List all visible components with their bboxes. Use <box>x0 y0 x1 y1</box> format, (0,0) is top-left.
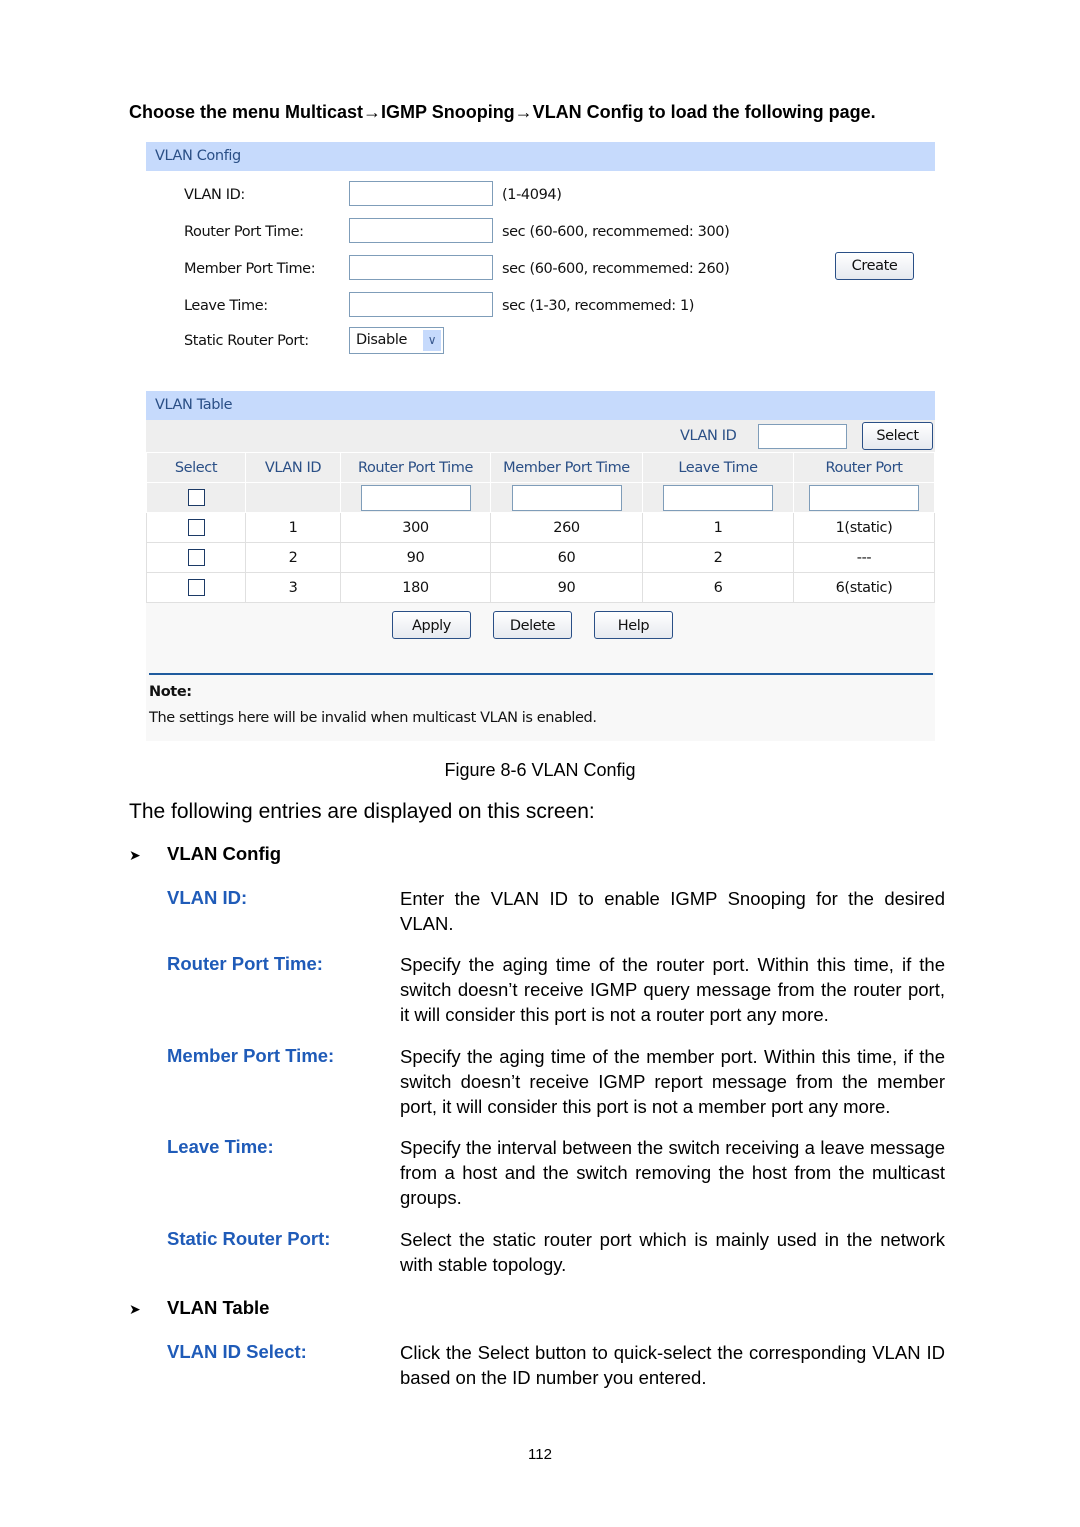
column-header: Leave Time <box>642 452 794 483</box>
leave-time-cell: 6 <box>642 572 794 603</box>
section-title: VLAN Config <box>167 843 282 864</box>
vlan-id-label: VLAN ID: <box>184 187 245 203</box>
vlan-id-cell: 3 <box>245 572 341 603</box>
leave-time-edit-input[interactable] <box>663 484 773 511</box>
description: Select the static router port which is m… <box>400 1229 945 1275</box>
apply-button[interactable]: Apply <box>392 611 471 639</box>
manual-page: Choose the menu Multicast→IGMP Snooping→… <box>0 0 1080 1527</box>
router-port-cell: 6(static) <box>793 572 935 603</box>
vlan-table-panel: VLAN Table VLAN ID Select Select VLAN ID… <box>146 391 935 741</box>
member-port-time-cell: 90 <box>490 572 643 603</box>
leave-time-cell: 1 <box>642 512 794 543</box>
table-row: 2 90 60 2 --- <box>146 542 935 573</box>
select-all-checkbox[interactable] <box>187 489 205 506</box>
section-title: VLAN Table <box>167 1297 270 1318</box>
router-port-time-hint: sec (60-600, recommemed: 300) <box>502 224 730 240</box>
leave-time-cell: 2 <box>642 542 794 573</box>
router-port-cell: --- <box>793 542 935 573</box>
static-router-port-label: Static Router Port: <box>184 333 309 349</box>
description: Specify the aging time of the member por… <box>400 1046 945 1117</box>
member-port-time-edit-input[interactable] <box>511 484 622 511</box>
term: Router Port Time: <box>167 953 323 974</box>
leave-time-label: Leave Time: <box>184 298 268 314</box>
table-row: 1 300 260 1 1(static) <box>146 512 935 543</box>
vlan-search-bar: VLAN ID Select <box>146 420 935 452</box>
static-router-port-value: Disable <box>356 332 407 348</box>
description: Click the Select button to quick-select … <box>400 1342 945 1388</box>
leave-time-input[interactable] <box>349 292 493 317</box>
column-header: Router Port Time <box>340 452 491 483</box>
note-divider <box>149 673 933 675</box>
static-router-port-select[interactable]: Disable ∨ <box>349 327 444 354</box>
member-port-time-hint: sec (60-600, recommemed: 260) <box>502 261 730 277</box>
member-port-time-input[interactable] <box>349 255 493 280</box>
figure-caption: Figure 8-6 VLAN Config <box>444 760 636 780</box>
member-port-time-cell: 60 <box>490 542 643 573</box>
bullet-arrow-icon: ➤ <box>129 1301 141 1317</box>
router-port-time-label: Router Port Time: <box>184 224 304 240</box>
row-checkbox[interactable] <box>187 519 205 536</box>
member-port-time-label: Member Port Time: <box>184 261 316 277</box>
select-button[interactable]: Select <box>862 422 933 450</box>
vlan-id-cell: 2 <box>245 542 341 573</box>
router-port-time-cell: 90 <box>340 542 491 573</box>
row-checkbox[interactable] <box>187 549 205 566</box>
router-port-time-edit-input[interactable] <box>360 484 471 511</box>
intro-instruction: Choose the menu Multicast→IGMP Snooping→… <box>129 102 876 122</box>
bullet-arrow-icon: ➤ <box>129 847 141 863</box>
description: Enter the VLAN ID to enable IGMP Snoopin… <box>400 888 945 934</box>
row-checkbox[interactable] <box>187 579 205 596</box>
column-header: Router Port <box>793 452 935 483</box>
vlan-id-hint: (1-4094) <box>502 187 562 203</box>
vlan-table-header: VLAN Table <box>146 391 935 420</box>
create-button[interactable]: Create <box>835 252 914 280</box>
note-title: Note: <box>149 684 192 700</box>
table-edit-row <box>146 482 935 513</box>
term: Static Router Port: <box>167 1228 331 1249</box>
router-port-time-cell: 300 <box>340 512 491 543</box>
table-header-row: Select VLAN ID Router Port Time Member P… <box>146 452 935 483</box>
leave-time-hint: sec (1-30, recommemed: 1) <box>502 298 695 314</box>
vlan-table: Select VLAN ID Router Port Time Member P… <box>146 452 935 603</box>
router-port-edit-input[interactable] <box>809 484 919 511</box>
page-number: 112 <box>528 1446 552 1463</box>
member-port-time-cell: 260 <box>490 512 643 543</box>
term: Leave Time: <box>167 1136 274 1157</box>
help-button[interactable]: Help <box>594 611 673 639</box>
term: Member Port Time: <box>167 1045 335 1066</box>
delete-button[interactable]: Delete <box>493 611 572 639</box>
lead-text: The following entries are displayed on t… <box>129 800 595 823</box>
chevron-down-icon[interactable]: ∨ <box>423 330 441 351</box>
term: VLAN ID Select: <box>167 1341 307 1362</box>
description: Specify the interval between the switch … <box>400 1137 945 1208</box>
vlan-search-input[interactable] <box>758 424 847 449</box>
table-row: 3 180 90 6 6(static) <box>146 572 935 603</box>
column-header: Member Port Time <box>490 452 643 483</box>
vlan-config-panel: VLAN Config VLAN ID: (1-4094) Router Por… <box>146 142 935 357</box>
router-port-time-cell: 180 <box>340 572 491 603</box>
vlan-search-label: VLAN ID <box>680 428 737 444</box>
vlan-id-cell: 1 <box>245 512 341 543</box>
vlan-id-input[interactable] <box>349 181 493 206</box>
column-header: Select <box>146 452 246 483</box>
router-port-time-input[interactable] <box>349 218 493 243</box>
description: Specify the aging time of the router por… <box>400 954 945 1025</box>
column-header: VLAN ID <box>245 452 341 483</box>
vlan-config-header: VLAN Config <box>146 142 935 171</box>
router-port-cell: 1(static) <box>793 512 935 543</box>
note-text: The settings here will be invalid when m… <box>149 710 597 726</box>
term: VLAN ID: <box>167 887 248 908</box>
